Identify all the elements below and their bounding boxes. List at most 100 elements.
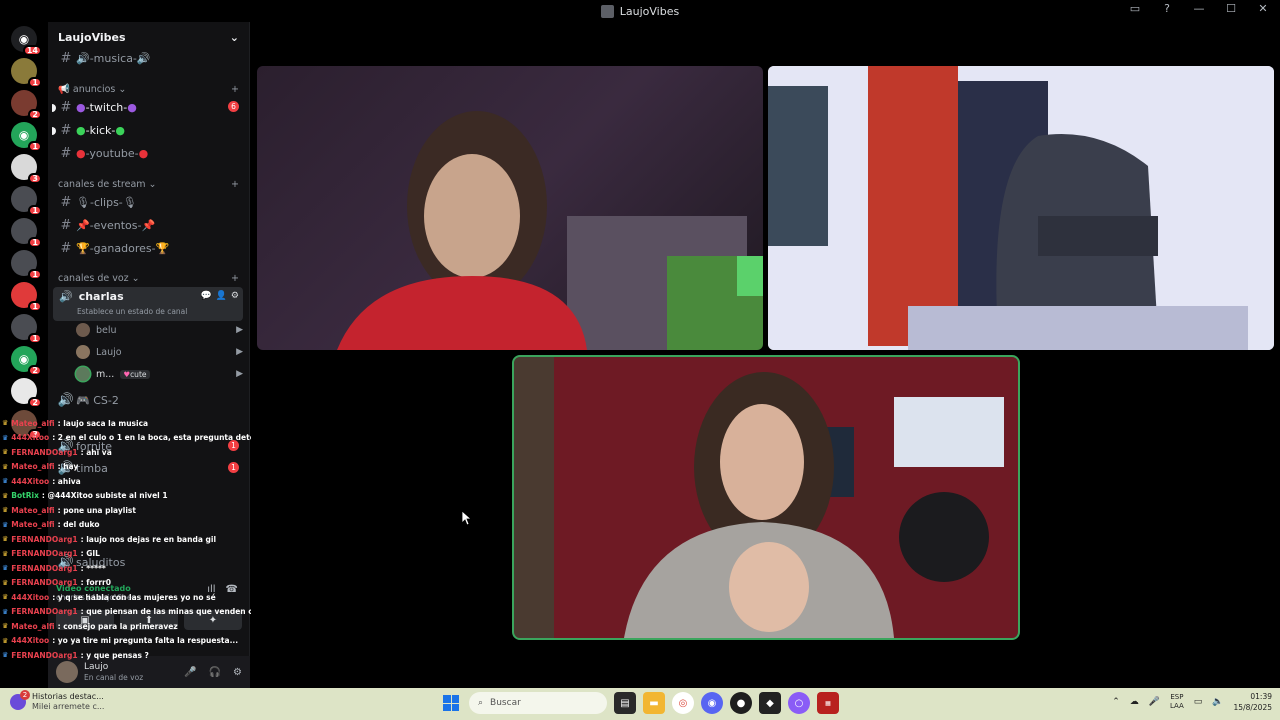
- file-explorer-icon[interactable]: ▬: [643, 692, 665, 714]
- gear-icon[interactable]: ⚙: [231, 291, 239, 301]
- server-icon-10[interactable]: ◉ 2: [11, 346, 42, 376]
- server-icon-5[interactable]: 1: [11, 186, 42, 216]
- news-title: Historias destac...: [32, 692, 104, 701]
- server-name: LaujoVibes: [58, 30, 126, 44]
- add-channel-icon[interactable]: +: [231, 273, 239, 284]
- language-indicator[interactable]: ESP LAA: [1170, 693, 1184, 711]
- purple-circle-icon: ●: [76, 100, 86, 114]
- chat-message: ♛ 444Xitoo: ahiva: [2, 474, 292, 489]
- trophy-emoji-icon: 🏆: [76, 241, 90, 255]
- minimize-button[interactable]: —: [1190, 2, 1208, 15]
- server-icon-6[interactable]: 1: [11, 218, 42, 248]
- voice-user-tag: cute: [130, 369, 147, 379]
- chat-username: FERNANDOarg1: [11, 578, 78, 588]
- app-icon-circle[interactable]: ○: [788, 692, 810, 714]
- channel-twitch[interactable]: # ● -twitch- ● 6: [52, 97, 243, 117]
- channel-ganadores[interactable]: # 🏆 -ganadores- 🏆: [56, 238, 243, 258]
- taskbar-apps: ⌕ Buscar ▤ ▬ ◎ ◉ ● ◆ ○ ▦: [440, 692, 839, 714]
- category-anuncios[interactable]: 📢 anuncios ⌄ +: [58, 84, 239, 95]
- task-view-icon[interactable]: ▤: [614, 692, 636, 714]
- notification-badge: 3: [28, 173, 42, 184]
- chrome-icon[interactable]: ◎: [672, 692, 694, 714]
- invite-icon[interactable]: 👤: [216, 291, 227, 301]
- chat-text: : hay: [57, 462, 79, 472]
- category-label: canales de voz: [58, 273, 129, 284]
- hash-icon: #: [60, 122, 72, 138]
- add-channel-icon[interactable]: +: [231, 179, 239, 190]
- channel-eventos[interactable]: # 📌 -eventos- 📌: [56, 215, 243, 235]
- news-subtitle: Milei arremete c...: [32, 702, 105, 711]
- close-button[interactable]: ✕: [1254, 2, 1272, 15]
- chat-text: : del duko: [57, 520, 100, 530]
- cloud-icon[interactable]: ☁: [1130, 697, 1139, 707]
- channel-youtube[interactable]: # ● -youtube- ●: [56, 143, 243, 163]
- channel-status[interactable]: Establece un estado de canal: [77, 307, 187, 316]
- voice-channel-cs2[interactable]: 🔊 🎮 CS-2: [56, 390, 243, 410]
- volume-icon[interactable]: 🔈: [1212, 697, 1223, 707]
- server-icon-3[interactable]: ◉ 1: [11, 122, 42, 152]
- chat-text: : *****: [80, 563, 106, 573]
- badge-icon: ♛: [2, 462, 9, 471]
- category-stream[interactable]: canales de stream ⌄ +: [58, 179, 239, 190]
- headphones-icon[interactable]: 🎧: [209, 667, 221, 678]
- chat-message: ♛ FERNANDOarg1: laujo nos dejas re en ban…: [2, 532, 292, 547]
- search-box[interactable]: ⌕ Buscar: [469, 692, 607, 714]
- avatar: [76, 367, 90, 381]
- video-tile-laujo[interactable]: [768, 66, 1274, 350]
- badge-icon: ♛: [2, 651, 9, 660]
- voice-user-belu[interactable]: belu ▶: [76, 320, 243, 340]
- maximize-button[interactable]: ☐: [1222, 2, 1240, 15]
- title-bar: LaujoVibes ▭ ? — ☐ ✕: [0, 0, 1280, 22]
- server-icon-2[interactable]: 2: [11, 90, 42, 120]
- chat-username: Mateo_alfi: [11, 505, 55, 515]
- badge-icon: ♛: [2, 607, 9, 616]
- server-icon-4[interactable]: 3: [11, 154, 42, 184]
- chat-message: ♛ Mateo_alfi: pone una playlist: [2, 503, 292, 518]
- channel-label: charlas: [78, 290, 124, 303]
- chat-bubble-icon[interactable]: 💬: [200, 291, 211, 301]
- channel-kick[interactable]: # ● -kick- ●: [52, 120, 243, 140]
- inbox-icon[interactable]: ▭: [1126, 2, 1144, 15]
- voice-user-laujo[interactable]: Laujo ▶: [76, 342, 243, 362]
- server-icon-7[interactable]: 1: [11, 250, 42, 280]
- mention-badge: 6: [228, 101, 239, 112]
- add-channel-icon[interactable]: +: [231, 84, 239, 95]
- server-icon-8[interactable]: 1: [11, 282, 42, 312]
- discord-icon[interactable]: ◉: [701, 692, 723, 714]
- video-editor-icon[interactable]: ▦: [817, 692, 839, 714]
- pin-emoji-icon: 📌: [76, 218, 90, 232]
- server-icon-11[interactable]: 2: [11, 378, 42, 408]
- direct-messages-button[interactable]: ◉ 14: [11, 26, 42, 56]
- camera-icon: ▶: [236, 325, 243, 335]
- channel-label: -eventos-: [89, 218, 142, 232]
- video-tile-belu[interactable]: [257, 66, 763, 350]
- channel-clips[interactable]: # 🎙 -clips- 🎙: [56, 192, 243, 212]
- gear-icon[interactable]: ⚙: [233, 667, 242, 678]
- clock[interactable]: 01:39 15/8/2025: [1234, 691, 1272, 713]
- notification-badge: 2: [28, 365, 42, 376]
- voice-user-m[interactable]: m... ♥cute ▶: [76, 364, 243, 384]
- obs-icon[interactable]: ●: [730, 692, 752, 714]
- microphone-icon[interactable]: 🎤: [1149, 697, 1160, 707]
- chevron-up-icon[interactable]: ⌃: [1112, 697, 1120, 707]
- voice-channel-charlas[interactable]: 🔊 charlas 💬 👤 ⚙ Establece un estado de c…: [53, 287, 243, 321]
- start-button[interactable]: [440, 692, 462, 714]
- video-tile-m[interactable]: [512, 355, 1020, 640]
- display-icon[interactable]: ▭: [1194, 697, 1203, 707]
- badge-icon: ♛: [2, 477, 9, 486]
- chat-username: FERNANDOarg1: [11, 534, 78, 544]
- app-icon[interactable]: ◆: [759, 692, 781, 714]
- help-icon[interactable]: ?: [1158, 2, 1176, 15]
- news-widget[interactable]: 2 Historias destac... Milei arremete c..…: [10, 690, 105, 712]
- channel-musica[interactable]: # 🔊 -musica- 🔊: [56, 48, 243, 68]
- hash-icon: #: [60, 145, 72, 161]
- server-icon-1[interactable]: 1: [11, 58, 42, 88]
- chat-text: : yo ya tire mi pregunta falta la respue…: [52, 636, 239, 646]
- category-voz[interactable]: canales de voz ⌄ +: [58, 273, 239, 284]
- microphone-icon[interactable]: 🎤: [184, 667, 196, 678]
- chat-text: : consejo para la primeravez: [57, 621, 178, 631]
- avatar[interactable]: [56, 661, 78, 683]
- title-bar-controls: ▭ ? — ☐ ✕: [1126, 2, 1272, 15]
- voice-user-name: m...: [96, 368, 115, 380]
- server-icon-9[interactable]: 1: [11, 314, 42, 344]
